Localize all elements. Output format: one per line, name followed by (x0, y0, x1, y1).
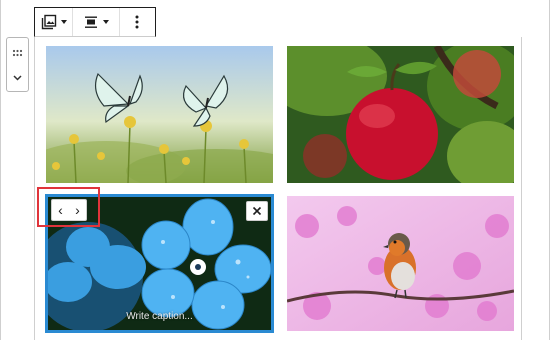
more-options-button[interactable] (120, 8, 155, 36)
image-caption-input[interactable]: Write caption... (45, 311, 274, 322)
chevron-down-icon (60, 20, 67, 24)
block-toolbar (34, 7, 156, 37)
editor-left-edge (0, 0, 1, 340)
chevron-down-icon (102, 20, 109, 24)
block-mover (6, 37, 29, 92)
align-button[interactable] (73, 8, 120, 36)
move-down-button[interactable] (7, 68, 28, 88)
gallery-image-butterflies[interactable] (46, 46, 273, 183)
image-navigation: ‹ › (51, 199, 87, 221)
gallery-image-apple[interactable] (287, 46, 514, 183)
drag-handle-icon[interactable] (7, 44, 28, 64)
more-options-icon (135, 15, 139, 29)
align-icon (84, 16, 97, 28)
chevron-down-icon (13, 75, 22, 81)
image-gallery-icon (41, 14, 56, 30)
move-image-left-button[interactable]: ‹ (58, 203, 63, 217)
move-image-right-button[interactable]: › (75, 203, 80, 217)
remove-image-button[interactable] (246, 201, 268, 221)
gallery-image-robin[interactable] (287, 196, 514, 331)
close-icon (252, 206, 262, 216)
change-block-type-button[interactable] (35, 8, 74, 36)
